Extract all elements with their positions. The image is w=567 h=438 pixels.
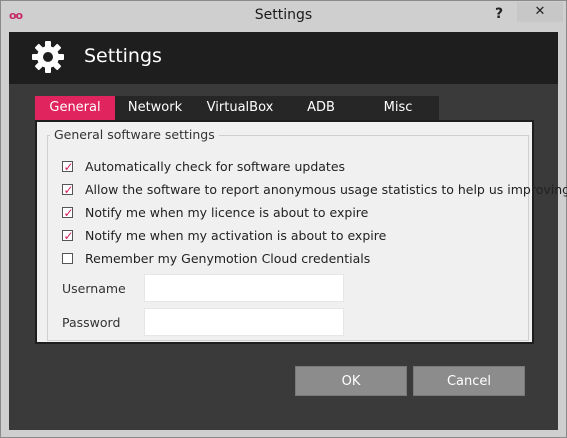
checkbox-label: Notify me when my activation is about to… xyxy=(85,228,387,243)
check-icon: ✓ xyxy=(63,183,74,197)
group-title: General software settings xyxy=(50,127,219,142)
check-icon: ✓ xyxy=(63,160,74,174)
checkbox-box[interactable]: ✓ xyxy=(62,206,74,220)
close-button[interactable]: ✕ xyxy=(517,2,563,22)
username-label: Username xyxy=(62,281,126,296)
settings-window: oo Settings ? ✕ Settings General Network… xyxy=(0,0,567,438)
settings-header: Settings xyxy=(9,32,558,84)
window-title: Settings xyxy=(254,7,313,23)
ok-button[interactable]: OK xyxy=(295,366,407,396)
tab-adb[interactable]: ADB xyxy=(285,96,357,120)
general-settings-group: General software settings ✓ Automaticall… xyxy=(47,127,567,341)
checkbox-label: Remember my Genymotion Cloud credentials xyxy=(85,251,371,266)
checkbox-label: Allow the software to report anonymous u… xyxy=(85,182,567,197)
check-icon: ✓ xyxy=(63,229,74,243)
general-tab-panel: General software settings ✓ Automaticall… xyxy=(35,120,567,344)
cancel-button[interactable]: Cancel xyxy=(413,366,525,396)
username-input[interactable] xyxy=(144,274,344,302)
password-input[interactable] xyxy=(144,308,344,336)
dialog-client-area: Settings General Network VirtualBox ADB … xyxy=(9,32,567,430)
settings-header-title: Settings xyxy=(84,45,162,67)
tab-network[interactable]: Network xyxy=(115,96,195,120)
checkbox-box[interactable] xyxy=(62,253,73,264)
checkbox-label: Notify me when my licence is about to ex… xyxy=(85,205,369,220)
checkbox-box[interactable]: ✓ xyxy=(62,183,74,197)
checkbox-label: Automatically check for software updates xyxy=(85,159,346,174)
checkbox-box[interactable]: ✓ xyxy=(62,160,74,174)
checkbox-box[interactable]: ✓ xyxy=(62,229,74,243)
title-bar[interactable]: oo Settings ? ✕ xyxy=(1,1,566,33)
tab-general[interactable]: General xyxy=(35,96,115,120)
gear-icon xyxy=(32,41,64,73)
tab-misc[interactable]: Misc xyxy=(357,96,439,120)
check-icon: ✓ xyxy=(63,206,74,220)
help-button[interactable]: ? xyxy=(487,3,511,25)
tab-virtualbox[interactable]: VirtualBox xyxy=(195,96,285,120)
password-label: Password xyxy=(62,315,121,330)
